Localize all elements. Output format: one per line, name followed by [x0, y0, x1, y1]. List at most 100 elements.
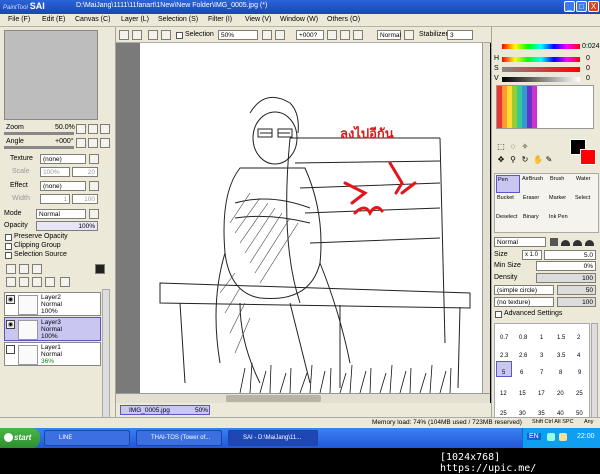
scale-num[interactable]: 20: [72, 167, 98, 177]
brush-mode-select[interactable]: Normal: [494, 237, 546, 247]
zoom-plus-icon[interactable]: [275, 30, 285, 40]
rotate-right-button[interactable]: [88, 138, 98, 148]
menu-edit[interactable]: Edit (E): [42, 16, 65, 23]
drawing-canvas[interactable]: ลงไปอีกัน: [140, 43, 482, 394]
hand-icon[interactable]: ✋: [532, 154, 543, 164]
swatch-palette[interactable]: [496, 85, 594, 129]
preserve-opacity-checkbox[interactable]: [5, 234, 12, 241]
magic-wand-icon[interactable]: ✧: [520, 141, 530, 151]
menu-file[interactable]: File (F): [8, 16, 30, 23]
menu-layer[interactable]: Layer (L): [121, 16, 149, 23]
size-grid-scrollbar[interactable]: [591, 323, 598, 419]
size-cell[interactable]: 2.6: [519, 353, 527, 359]
rotate-left-button[interactable]: [76, 138, 86, 148]
task-line[interactable]: LINE: [44, 430, 130, 446]
tip-shape-dome[interactable]: [561, 240, 570, 246]
selection-checkbox[interactable]: [176, 32, 183, 39]
eye-icon[interactable]: ◉: [6, 320, 15, 329]
eye-icon[interactable]: ◉: [6, 295, 15, 304]
new-folder-icon[interactable]: [32, 264, 42, 274]
volume-icon[interactable]: [559, 433, 567, 441]
opacity-slider[interactable]: 100%: [36, 221, 98, 231]
navigator-preview[interactable]: [4, 30, 98, 120]
network-icon[interactable]: [547, 433, 555, 441]
stabilizer-select[interactable]: 3: [447, 30, 473, 40]
tool-brush[interactable]: Brush: [548, 175, 572, 193]
scroll-thumb[interactable]: [226, 395, 321, 402]
texture-button[interactable]: [89, 154, 99, 164]
selection-source-checkbox[interactable]: [5, 252, 12, 259]
zoom-tool-icon[interactable]: ⚲: [508, 154, 518, 164]
zoom-slider[interactable]: [4, 132, 74, 135]
density-slider[interactable]: 100: [536, 273, 596, 283]
size-cell[interactable]: 1.5: [557, 335, 565, 341]
size-cell[interactable]: 20: [557, 391, 564, 397]
size-cell[interactable]: 4: [577, 353, 580, 359]
size-cell[interactable]: 2: [577, 335, 580, 341]
task-chrome[interactable]: THAI-TOS (Tower of...: [136, 430, 222, 446]
move-icon[interactable]: ✥: [496, 154, 506, 164]
new-linework-layer-icon[interactable]: [19, 264, 29, 274]
texture-strength[interactable]: 100: [557, 297, 596, 307]
new-layer-icon[interactable]: [6, 264, 16, 274]
size-cell[interactable]: 12: [500, 391, 507, 397]
menu-view[interactable]: View (V): [245, 16, 271, 23]
effect-select[interactable]: (none): [40, 181, 86, 191]
brush-texture-select[interactable]: (no texture): [494, 297, 554, 307]
size-cell[interactable]: 5: [502, 370, 505, 376]
layer-mode-select[interactable]: Normal: [36, 209, 86, 219]
size-cell[interactable]: 1: [540, 335, 543, 341]
size-cell[interactable]: 15: [519, 391, 526, 397]
size-cell[interactable]: 25: [576, 391, 583, 397]
texture-select[interactable]: (none): [40, 154, 86, 164]
size-cell[interactable]: 0.7: [500, 335, 508, 341]
menu-others[interactable]: Others (O): [327, 16, 360, 23]
canvas-area[interactable]: ลงไปอีกัน: [116, 43, 490, 394]
size-cell[interactable]: 17: [538, 391, 545, 397]
menu-canvas[interactable]: Canvas (C): [75, 16, 110, 23]
layer-props-icon[interactable]: [60, 277, 70, 287]
rotate-tool-icon[interactable]: ↻: [520, 154, 530, 164]
task-sai[interactable]: SAI - D:\MaiJang\11...: [228, 430, 318, 446]
zoom-select[interactable]: 50%: [218, 30, 258, 40]
tip-shape-soft[interactable]: [585, 240, 594, 246]
layer-item-layer1[interactable]: Layer1 Normal 36%: [4, 342, 101, 366]
marquee-icon[interactable]: ⬚: [496, 141, 506, 151]
layer-item-layer3[interactable]: ◉ Layer3 Normal 100%: [4, 317, 101, 341]
deselect-icon[interactable]: [148, 30, 158, 40]
v-slider[interactable]: [502, 77, 580, 82]
hue-slider[interactable]: [502, 44, 580, 49]
s-slider[interactable]: [502, 67, 580, 72]
rotate-ccw-icon[interactable]: [327, 30, 337, 40]
size-cell[interactable]: 7: [540, 370, 543, 376]
blend-select[interactable]: Normal: [377, 30, 401, 40]
layer-item-layer2[interactable]: ◉ Layer2 Normal 100%: [4, 292, 101, 316]
canvas-vertical-scrollbar[interactable]: [482, 43, 490, 393]
background-color[interactable]: [580, 149, 596, 165]
transfer-down-icon[interactable]: [6, 277, 16, 287]
menu-selection[interactable]: Selection (S): [158, 16, 198, 23]
width-value[interactable]: 1: [40, 194, 70, 204]
zoom-reset-button[interactable]: [100, 124, 110, 134]
brush-tip-shapes[interactable]: [550, 237, 596, 247]
zoom-out-button[interactable]: [76, 124, 86, 134]
mode-button[interactable]: [89, 209, 99, 219]
canvas-horizontal-scrollbar[interactable]: [116, 393, 490, 403]
size-cell[interactable]: 6: [520, 370, 523, 376]
menu-filter[interactable]: Filter (I): [208, 16, 232, 23]
layer-scrollbar[interactable]: [102, 289, 110, 419]
size-cell[interactable]: 3.5: [557, 353, 565, 359]
eyedropper-icon[interactable]: ✎: [544, 154, 554, 164]
min-size-slider[interactable]: 0%: [536, 261, 596, 271]
h-slider[interactable]: [502, 57, 580, 62]
tip-shape-square[interactable]: [550, 238, 558, 246]
tool-deselect[interactable]: Deselect: [496, 213, 520, 231]
tip-shape-round[interactable]: [573, 240, 582, 246]
clipping-group-checkbox[interactable]: [5, 243, 12, 250]
merge-down-icon[interactable]: [19, 277, 29, 287]
layer-mask-icon[interactable]: [95, 264, 105, 274]
effect-button[interactable]: [89, 181, 99, 191]
invert-select-icon[interactable]: [161, 30, 171, 40]
menu-window[interactable]: Window (W): [280, 16, 318, 23]
tool-binary[interactable]: Binary: [522, 213, 546, 231]
